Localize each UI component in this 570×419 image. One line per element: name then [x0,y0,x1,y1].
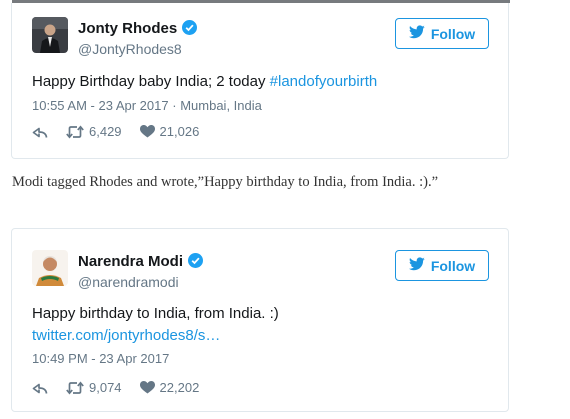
tweet-card-jonty-rhodes: Jonty Rhodes @JontyRhodes8 Follow Happy … [11,3,509,159]
display-name-text[interactable]: Jonty Rhodes [78,20,177,37]
reply-button[interactable] [32,381,48,395]
like-button[interactable]: 22,202 [139,380,200,395]
retweet-icon [66,380,84,395]
avatar[interactable] [32,17,68,53]
verified-badge-icon [188,253,204,268]
tweet-location[interactable]: Mumbai, India [180,98,262,113]
display-name-text[interactable]: Narendra Modi [78,253,183,270]
follow-label: Follow [430,257,476,274]
like-heart-icon [139,125,155,138]
like-button[interactable]: 21,026 [139,124,200,139]
retweet-icon [66,124,84,139]
follow-button[interactable]: Follow [395,250,489,281]
tweet-actions: 9,074 22,202 [32,380,199,395]
reply-icon [32,125,48,139]
retweet-count: 9,074 [89,380,122,395]
tweet-card-narendra-modi: Narendra Modi @narendramodi Follow Happy… [11,228,509,412]
retweet-button[interactable]: 9,074 [66,380,122,395]
like-count: 22,202 [159,380,200,395]
article-caption: Modi tagged Rhodes and wrote,”Happy birt… [12,174,439,190]
follow-button[interactable]: Follow [395,18,489,49]
hashtag-link[interactable]: #landofyourbirth [270,73,378,90]
handle[interactable]: @narendramodi [78,274,179,290]
twitter-bird-icon [408,25,425,42]
verified-badge-icon [182,20,198,35]
tweet-actions: 6,429 21,026 [32,124,199,139]
tweet-text: Happy Birthday baby India; 2 today #land… [32,73,377,90]
display-name[interactable]: Jonty Rhodes [78,20,198,37]
retweet-count: 6,429 [89,124,122,139]
like-heart-icon [139,381,155,394]
avatar[interactable] [32,250,68,286]
tweet-link[interactable]: twitter.com/jontyrhodes8/s… [32,327,220,344]
follow-label: Follow [430,25,476,42]
tweet-timestamp[interactable]: 10:49 PM - 23 Apr 2017 [32,351,169,366]
display-name[interactable]: Narendra Modi [78,253,204,270]
reply-button[interactable] [32,125,48,139]
tweet-text: Happy birthday to India, from India. :) [32,305,279,322]
twitter-bird-icon [408,257,425,274]
handle[interactable]: @JontyRhodes8 [78,41,182,57]
tweet-body: Happy Birthday baby India; 2 today [32,73,270,90]
meta-separator: · [172,98,177,113]
like-count: 21,026 [159,124,200,139]
reply-icon [32,381,48,395]
tweet-timestamp[interactable]: 10:55 AM - 23 Apr 2017 [32,98,169,113]
retweet-button[interactable]: 6,429 [66,124,122,139]
tweet-meta: 10:55 AM - 23 Apr 2017 · Mumbai, India [32,98,262,113]
